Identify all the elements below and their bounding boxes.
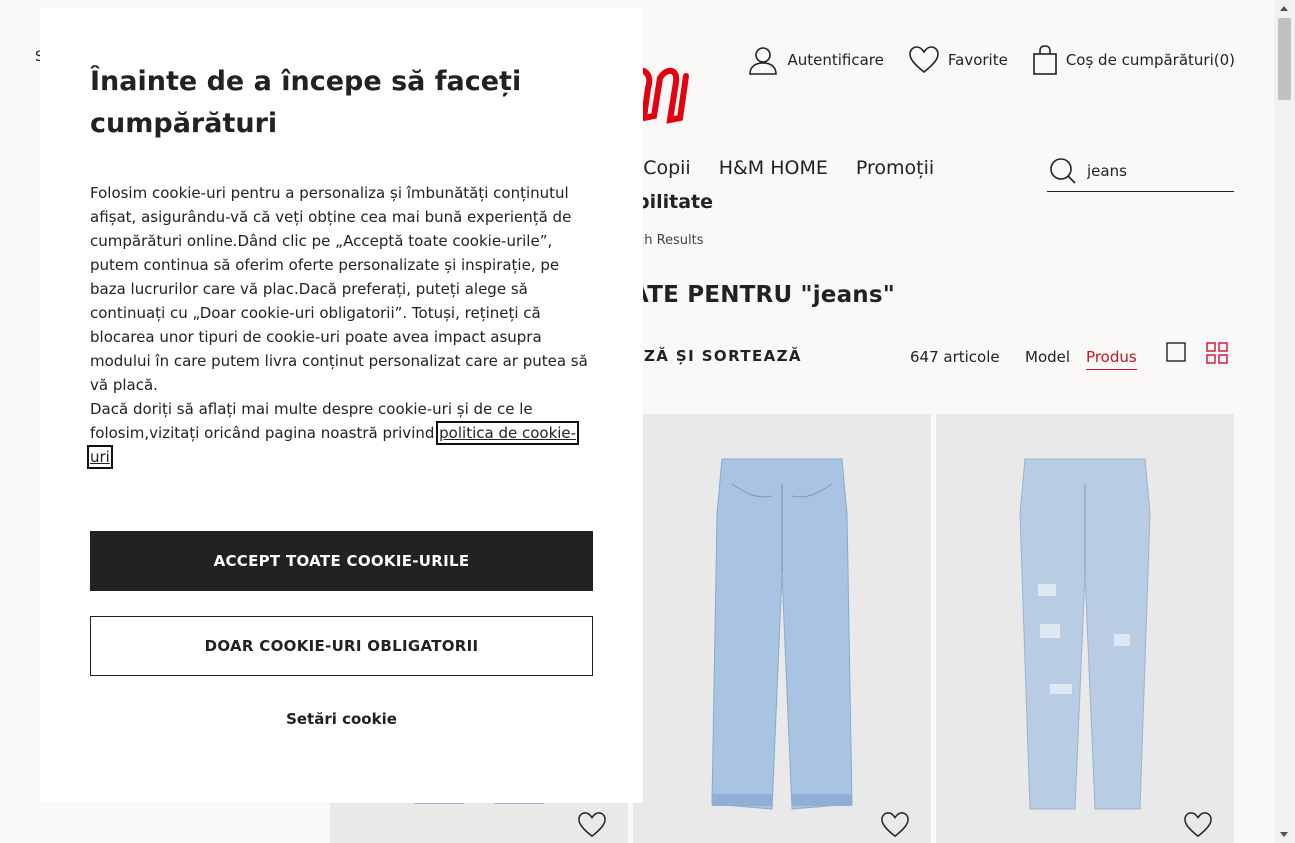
scroll-up-arrow-icon[interactable] (1280, 6, 1288, 11)
search-icon[interactable] (1049, 157, 1077, 185)
heart-icon (909, 46, 939, 74)
header-actions: Autentificare Favorite Coș de cumpărătur… (747, 44, 1235, 76)
grid-view-icon[interactable] (1206, 342, 1228, 364)
cart-link[interactable]: Coș de cumpărături(0) (1032, 44, 1235, 76)
cookie-consent-modal: Înainte de a începe să faceți cumpărătur… (40, 7, 643, 803)
view-model-option[interactable]: Model (1025, 348, 1070, 370)
cookie-description: Folosim cookie-uri pentru a personaliza … (90, 184, 588, 394)
view-product-option[interactable]: Produs (1086, 348, 1137, 370)
cookie-policy-text: Dacă doriți să aflați mai multe despre c… (86, 400, 580, 469)
product-card[interactable] (633, 414, 931, 843)
shopping-bag-icon (1033, 45, 1057, 75)
favorites-link[interactable]: Favorite (908, 45, 1008, 75)
user-icon (749, 47, 778, 75)
cart-label: Coș de cumpărături(0) (1065, 51, 1235, 69)
mom-jeans-image (711, 458, 853, 810)
product-card[interactable] (936, 414, 1234, 843)
accept-all-cookies-button[interactable]: ACCEPT TOATE COOKIE-URILE (90, 531, 593, 591)
view-toggle: Model Produs (1025, 348, 1137, 370)
login-label: Autentificare (787, 51, 884, 69)
scroll-down-arrow-icon[interactable] (1280, 832, 1288, 837)
main-nav: și Copii H&M HOME Promoții (600, 157, 934, 179)
scrollbar-thumb[interactable] (1278, 18, 1291, 100)
result-count: 647 articole (910, 348, 1000, 366)
grid-toggle (1166, 342, 1228, 364)
only-required-cookies-button[interactable]: DOAR COOKIE-URI OBLIGATORII (90, 616, 593, 676)
favorites-label: Favorite (947, 51, 1008, 69)
search-input[interactable] (1087, 161, 1227, 180)
login-link[interactable]: Autentificare (747, 44, 884, 76)
page-scrollbar[interactable] (1274, 0, 1295, 843)
favorite-heart-icon[interactable] (576, 811, 608, 839)
cookie-settings-button[interactable]: Setări cookie (90, 710, 593, 728)
filter-sort-button[interactable]: AZĂ ȘI SORTEAZĂ (631, 347, 802, 365)
nav-item-promotii[interactable]: Promoții (856, 157, 934, 179)
favorite-heart-icon[interactable] (879, 811, 911, 839)
search-box (1047, 150, 1234, 192)
favorite-heart-icon[interactable] (1182, 811, 1214, 839)
ripped-jeans-image (1019, 458, 1151, 810)
nav-item-copii[interactable]: Copii (643, 157, 691, 179)
results-title: ATE PENTRU "jeans" (631, 282, 895, 308)
single-column-icon[interactable] (1166, 342, 1186, 362)
nav-item-sustainability[interactable]: bilitate (636, 191, 713, 213)
nav-item-hm-home[interactable]: H&M HOME (719, 157, 828, 179)
modal-title: Înainte de a începe să faceți cumpărătur… (90, 66, 522, 139)
